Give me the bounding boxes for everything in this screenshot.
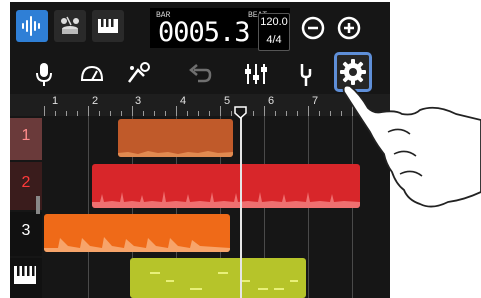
input-button[interactable]	[30, 60, 58, 88]
ruler-tick	[55, 111, 56, 116]
bar-number: 4	[180, 95, 187, 107]
track-2-number: 2	[21, 174, 31, 191]
grid-line	[88, 116, 89, 298]
undo-icon	[189, 64, 212, 83]
ruler-tick	[44, 106, 45, 116]
ruler-tick	[110, 111, 111, 116]
tempo-display[interactable]: 120.0 4/4	[258, 13, 290, 51]
track-1-number: 1	[21, 127, 31, 144]
ruler-tick	[165, 111, 166, 116]
track-3-region[interactable]	[44, 214, 230, 252]
track-3-header[interactable]: 3	[10, 212, 42, 256]
ruler-tick	[198, 111, 199, 116]
track-3-number: 3	[21, 222, 31, 239]
playhead-line[interactable]	[240, 108, 242, 298]
pointing-hand-illustration	[342, 84, 481, 208]
tempo-value: 120.0	[260, 16, 288, 28]
tuning-fork-icon	[300, 64, 312, 86]
effects-button[interactable]	[124, 60, 152, 88]
bar-number: 3	[135, 95, 142, 107]
microphone-icon	[36, 63, 52, 86]
metronome-button[interactable]	[78, 60, 106, 88]
zoom-out-button[interactable]	[300, 15, 326, 41]
time-signature: 4/4	[266, 34, 282, 46]
scroll-indicator[interactable]	[36, 196, 40, 214]
bar-number: 5	[224, 95, 231, 107]
zoom-in-icon	[337, 16, 361, 40]
track-2-region[interactable]	[92, 164, 360, 208]
ruler-tick	[176, 106, 177, 116]
ruler-tick	[99, 111, 100, 116]
zoom-in-button[interactable]	[336, 15, 362, 41]
track-4-header[interactable]	[10, 258, 42, 298]
ruler-tick	[308, 106, 309, 116]
keyboard-icon	[98, 19, 118, 33]
ruler-tick	[253, 111, 254, 116]
ruler-tick	[121, 111, 122, 116]
playhead-marker[interactable]	[234, 106, 247, 119]
fx-icon	[128, 62, 150, 83]
ruler-tick	[220, 106, 221, 116]
ruler-tick	[209, 111, 210, 116]
ruler-tick	[330, 111, 331, 116]
bar-number: 1	[52, 95, 59, 107]
metronome-icon	[80, 65, 104, 81]
region-waveform	[92, 191, 360, 208]
timeline-ruler[interactable]: 1 2 3 4 5 6 7	[10, 94, 390, 116]
region-waveform	[118, 151, 233, 157]
region-waveform	[44, 237, 230, 252]
piano-keys-icon	[14, 266, 36, 284]
audio-mode-button[interactable]	[16, 10, 48, 42]
drums-icon	[61, 16, 79, 34]
ruler-tick	[88, 106, 89, 116]
ruler-tick	[231, 111, 232, 116]
counter-value: 0005.3	[158, 17, 251, 48]
ruler-tick	[77, 111, 78, 116]
ruler-tick	[264, 106, 265, 116]
undo-button[interactable]	[186, 60, 214, 88]
midi-notes	[150, 272, 298, 290]
ruler-tick	[286, 111, 287, 116]
bar-number: 7	[312, 95, 319, 107]
keyboard-mode-button[interactable]	[92, 10, 124, 42]
ruler-tick	[132, 106, 133, 116]
ruler-tick	[154, 111, 155, 116]
zoom-out-icon	[301, 16, 325, 40]
ruler-tick	[187, 111, 188, 116]
ruler-tick	[143, 111, 144, 116]
waveform-icon	[22, 16, 40, 36]
track-1-header[interactable]: 1	[10, 118, 42, 160]
device-screen: BAR BEAT 0005.3 120.0 4/4	[10, 2, 390, 298]
track-4-region[interactable]	[130, 258, 306, 298]
mixer-icon	[245, 64, 267, 84]
ruler-tick	[66, 111, 67, 116]
ruler-tick	[275, 111, 276, 116]
bar-number: 6	[268, 95, 275, 107]
track-1-region[interactable]	[118, 119, 233, 157]
ruler-tick	[319, 111, 320, 116]
mixer-button[interactable]	[242, 60, 270, 88]
bar-number: 2	[92, 95, 99, 107]
tuner-button[interactable]	[292, 60, 320, 88]
drums-mode-button[interactable]	[54, 10, 86, 42]
ruler-tick	[297, 111, 298, 116]
